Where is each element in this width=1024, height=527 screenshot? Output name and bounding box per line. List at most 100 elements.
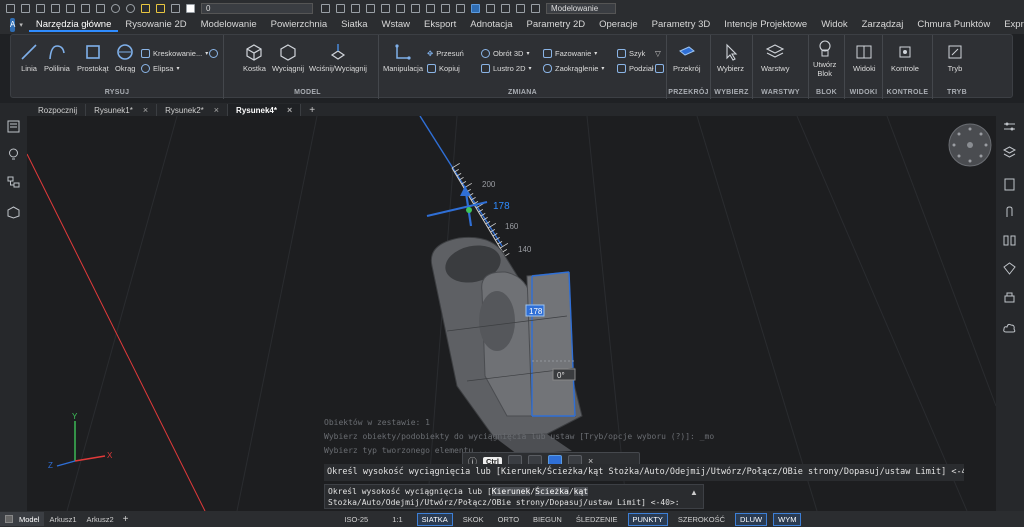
status-toggle[interactable]: BIEGUN <box>529 513 566 526</box>
wybierz-button[interactable]: Wybierz <box>717 43 744 73</box>
status-toggle[interactable]: ORTO <box>494 513 523 526</box>
przesun-button[interactable]: ✥ Przesuń <box>427 49 464 58</box>
layer-sun-icon[interactable] <box>156 3 165 13</box>
prostokat-button[interactable]: Prostokąt <box>77 43 109 73</box>
materials-icon[interactable] <box>1003 262 1016 275</box>
close-tab-icon[interactable]: × <box>214 105 219 115</box>
print-icon[interactable] <box>66 3 75 13</box>
ribbon-tab[interactable]: Rysowanie 2D <box>118 19 193 32</box>
wireframe-icon[interactable] <box>441 3 450 13</box>
document-tab[interactable]: Rysunek4* × <box>228 104 302 116</box>
match-properties-icon[interactable] <box>321 3 330 13</box>
lustro2d-button[interactable]: Lustro 2D ▾ <box>481 64 532 73</box>
active-view-icon[interactable] <box>471 3 480 13</box>
option-kat[interactable]: kąt <box>573 487 589 496</box>
close-tab-icon[interactable]: × <box>143 105 148 115</box>
polilinia-button[interactable]: Polilinia <box>44 43 70 73</box>
elipsa-button[interactable]: Elipsa ▾ <box>141 64 179 73</box>
app-menu-chevron-icon[interactable]: ▾ <box>19 21 23 29</box>
add-sheet-icon[interactable]: + <box>123 514 129 525</box>
layer-lock-icon[interactable] <box>171 3 180 13</box>
layer-dropdown[interactable]: 0 <box>201 2 313 14</box>
open-file-icon[interactable] <box>21 3 30 13</box>
ribbon-tab[interactable]: ExpressTools <box>997 19 1024 32</box>
kopiuj-button[interactable]: Kopiuj <box>427 64 460 73</box>
ribbon-tab[interactable]: Intencje Projektowe <box>717 19 814 32</box>
kontrole-button[interactable]: Kontrole <box>891 43 919 73</box>
library-panel-icon[interactable] <box>7 206 20 219</box>
new-tab-icon[interactable]: + <box>309 105 315 116</box>
ribbon-tab[interactable]: Operacje <box>592 19 645 32</box>
print-panel-icon[interactable] <box>1003 292 1016 305</box>
ribbon-tab[interactable]: Siatka <box>334 19 374 32</box>
zaokraglenie-dropdown-icon[interactable]: ▾ <box>601 65 604 72</box>
viewport-scale[interactable]: 1:1 <box>392 515 402 524</box>
status-toggle[interactable]: PUNKTY <box>627 512 668 526</box>
command-expand-icon[interactable]: ▲ <box>690 488 698 497</box>
kostka-button[interactable]: Kostka <box>243 43 266 73</box>
render-icon[interactable] <box>411 3 420 13</box>
close-tab-icon[interactable]: × <box>287 105 292 115</box>
workspace-icon[interactable] <box>531 3 540 13</box>
look-from-widget[interactable] <box>948 123 992 167</box>
tips-bulb-icon[interactable] <box>7 148 20 161</box>
document-tab[interactable]: Rysunek2* × <box>157 104 229 116</box>
ribbon-tab[interactable]: Powierzchnia <box>264 19 335 32</box>
layer-color-icon[interactable] <box>186 3 195 13</box>
status-toggle[interactable]: DLUW <box>735 512 768 526</box>
view-cube-icon[interactable] <box>426 3 435 13</box>
wcisnij-button[interactable]: Wciśnij/Wyciągnij <box>309 43 367 73</box>
ribbon-tab[interactable]: Narzędzia główne <box>28 19 119 32</box>
manipulacja-button[interactable]: Manipulacja <box>383 43 423 73</box>
plot-icon[interactable] <box>81 3 90 13</box>
okrag-button[interactable]: Okrąg <box>115 43 135 73</box>
option-kierunek[interactable]: Kierunek <box>491 487 531 496</box>
ribbon-tab[interactable]: Wstaw <box>375 19 418 32</box>
ribbon-tab[interactable]: Widok <box>814 19 854 32</box>
status-toggle[interactable]: SZEROKOŚĆ <box>674 513 729 526</box>
command-input-box[interactable]: Określ wysokość wyciągnięcia lub [Kierun… <box>324 484 704 509</box>
status-toggle[interactable]: ŚLEDZENIE <box>572 513 622 526</box>
app-menu-button[interactable]: A <box>10 18 16 32</box>
lustro2d-dropdown-icon[interactable]: ▾ <box>529 65 532 72</box>
properties-icon[interactable] <box>336 3 345 13</box>
explorer-icon[interactable] <box>381 3 390 13</box>
layers-panel-icon[interactable] <box>1003 146 1016 159</box>
status-toggle[interactable]: SKOK <box>459 513 488 526</box>
cloud-icon[interactable] <box>1003 322 1016 335</box>
properties-panel-icon[interactable] <box>7 120 20 133</box>
hidden-icon[interactable] <box>501 3 510 13</box>
toolbox-icon[interactable] <box>396 3 405 13</box>
ribbon-tab[interactable]: Modelowanie <box>194 19 264 32</box>
warstwy-button[interactable]: Warstwy <box>761 43 789 73</box>
document-tab[interactable]: Rysunek1* × <box>86 104 158 116</box>
drawing-explorer-icon[interactable] <box>1003 178 1016 191</box>
kreskowanie-dropdown-icon[interactable]: ▾ <box>205 50 208 57</box>
modify-extra-button[interactable] <box>655 64 664 73</box>
block-icon[interactable] <box>366 3 375 13</box>
obrot3d-button[interactable]: Obrót 3D ▾ <box>481 49 529 58</box>
manage-icon[interactable] <box>1003 234 1016 247</box>
option-sciezka[interactable]: Ścieżka <box>535 487 569 496</box>
ribbon-tab[interactable]: Adnotacja <box>463 19 519 32</box>
ribbon-tab[interactable]: Parametry 3D <box>645 19 718 32</box>
ribbon-tab[interactable]: Parametry 2D <box>520 19 593 32</box>
extrude-gizmo[interactable] <box>426 185 488 227</box>
linia-button[interactable]: Linia <box>19 43 39 73</box>
settings-sliders-icon[interactable] <box>1003 120 1016 133</box>
ribbon-tab[interactable]: Chmura Punktów <box>910 19 997 32</box>
przekroj-button[interactable]: Przekrój <box>673 43 701 73</box>
layer-manager-icon[interactable] <box>351 3 360 13</box>
utworz-blok-button[interactable]: Utwórz Blok <box>813 39 836 78</box>
widoki-button[interactable]: Widoki <box>853 43 876 73</box>
redo-icon[interactable] <box>126 3 135 13</box>
undo-icon[interactable] <box>111 3 120 13</box>
workspace-dropdown[interactable]: Modelowanie <box>546 2 616 14</box>
annotation-scale[interactable]: ISO-25 <box>344 515 368 524</box>
kreskowanie-button[interactable]: Kreskowanie... ▾ <box>141 49 208 58</box>
save-icon[interactable] <box>36 3 45 13</box>
ribbon-tab[interactable]: Eksport <box>417 19 463 32</box>
model-tab[interactable]: Model <box>0 512 45 526</box>
new-file-icon[interactable] <box>6 3 15 13</box>
structure-panel-icon[interactable] <box>7 176 20 189</box>
